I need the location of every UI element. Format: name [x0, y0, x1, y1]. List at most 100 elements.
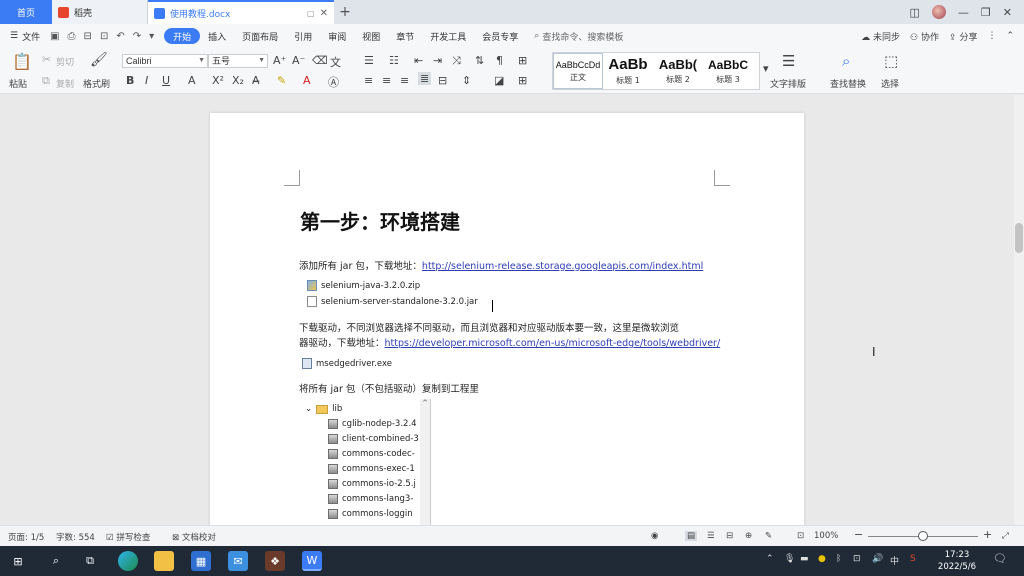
undo-icon[interactable]: ↶ — [116, 31, 124, 42]
find-replace-icon[interactable]: ⌕ — [842, 52, 850, 70]
file-menu[interactable]: ☰ 文件 — [0, 30, 50, 43]
font-size-select[interactable]: 五号 ▼ — [208, 54, 268, 68]
tray-expand-icon[interactable]: ⌃ — [766, 554, 774, 564]
edge-browser-icon[interactable] — [118, 551, 138, 571]
taskbar-search-icon[interactable]: ⌕ — [46, 551, 66, 571]
windows-start-icon[interactable]: ⊞ — [8, 551, 28, 571]
word-count[interactable]: 字数: 554 — [56, 531, 95, 543]
menu-view[interactable]: 视图 — [354, 28, 388, 44]
redo-icon[interactable]: ↷ — [133, 31, 141, 42]
menu-start[interactable]: 开始 — [164, 28, 201, 44]
text-layout-icon[interactable]: ☰ — [782, 52, 795, 70]
wps-writer-icon[interactable]: W — [302, 551, 322, 571]
highlight-icon[interactable]: ✎ — [277, 74, 286, 87]
webdriver-download-link[interactable]: https://developer.microsoft.com/en-us/mi… — [385, 338, 721, 349]
menu-section[interactable]: 章节 — [388, 28, 422, 44]
spell-check-button[interactable]: ☑ 拼写检查 — [106, 531, 150, 543]
zoom-level[interactable]: 100% — [814, 531, 838, 541]
style-heading-3[interactable]: AaBbC 标题 3 — [703, 53, 753, 89]
print-preview-icon[interactable]: ⎙ — [68, 31, 76, 42]
superscript-icon[interactable]: X² — [212, 74, 224, 87]
style-heading-1[interactable]: AaBb 标题 1 — [603, 53, 653, 89]
borders-icon[interactable]: ⊞ — [518, 74, 527, 87]
workspace-icon[interactable]: ◫ — [910, 6, 920, 19]
tray-status-icon[interactable]: ● — [818, 554, 826, 564]
line-spacing-icon[interactable]: ⇕ — [462, 74, 471, 87]
decrease-indent-icon[interactable]: ⇤ — [414, 54, 423, 67]
grow-font-icon[interactable]: A⁺ — [273, 54, 286, 67]
fullscreen-icon[interactable]: ⤢ — [1002, 531, 1009, 541]
distributed-icon[interactable]: ⊟ — [438, 74, 447, 87]
table-tools-icon[interactable]: ⊞ — [518, 54, 527, 67]
tray-app-icon[interactable]: ▬ — [800, 554, 809, 564]
eye-protection-icon[interactable]: ◉ — [651, 531, 658, 541]
fit-page-icon[interactable]: ⊡ — [797, 531, 804, 541]
page-count[interactable]: 页面: 1/5 — [8, 531, 44, 543]
document-page[interactable]: 第一步：环境搭建 添加所有 jar 包，下载地址：http://selenium… — [210, 113, 804, 533]
tab-home[interactable]: 首页 — [0, 0, 52, 24]
doc-check-button[interactable]: ⊠ 文档校对 — [172, 531, 216, 543]
sync-status[interactable]: ☁ 未同步 — [861, 30, 900, 43]
web-view-icon[interactable]: ⊕ — [745, 531, 752, 541]
more-icon[interactable]: ▾ — [149, 31, 154, 42]
underline-icon[interactable]: U — [162, 74, 170, 87]
text-effect-icon[interactable]: A — [188, 74, 196, 87]
font-name-select[interactable]: Calibri ▼ — [122, 54, 208, 68]
save-icon[interactable]: ▣ — [50, 31, 59, 42]
copy-icon[interactable]: ⧉ — [42, 74, 50, 88]
microphone-icon[interactable]: 🎙 — [784, 554, 795, 564]
selenium-download-link[interactable]: http://selenium-release.storage.googleap… — [422, 261, 703, 272]
minimize-icon[interactable]: — — [958, 6, 969, 19]
menu-references[interactable]: 引用 — [286, 28, 320, 44]
restore-icon[interactable]: ❐ — [981, 6, 991, 19]
task-view-icon[interactable]: ⧉ — [80, 551, 100, 571]
app-icon[interactable]: ❖ — [265, 551, 285, 571]
clear-format-icon[interactable]: ⌫ — [312, 54, 328, 67]
zoom-in-icon[interactable]: + — [983, 528, 992, 541]
style-heading-2[interactable]: AaBb( 标题 2 — [653, 53, 703, 89]
tab-docer[interactable]: 稻壳 — [52, 0, 148, 24]
print-icon[interactable]: ⊟ — [84, 31, 92, 42]
attached-file[interactable]: msedgedriver.exe — [302, 358, 392, 369]
show-marks-icon[interactable]: ¶ — [496, 54, 503, 67]
collaborate-button[interactable]: ⚇ 协作 — [910, 30, 939, 43]
format-painter-icon[interactable]: 🖌 — [90, 52, 108, 68]
command-search[interactable]: ⌕ 查找命令、搜索模板 — [534, 30, 623, 43]
numbered-list-icon[interactable]: ☷ — [389, 54, 399, 67]
align-left-icon[interactable]: ≡ — [364, 74, 373, 87]
align-center-icon[interactable]: ≡ — [382, 74, 391, 87]
cut-icon[interactable]: ✂ — [42, 53, 51, 66]
tab-window-icon[interactable]: ▢ — [307, 9, 315, 18]
menu-member[interactable]: 会员专享 — [474, 28, 526, 44]
paste-icon[interactable]: 📋 — [12, 52, 32, 71]
strikethrough-icon[interactable]: A̶ — [252, 74, 260, 87]
subscript-icon[interactable]: X₂ — [232, 74, 244, 87]
export-icon[interactable]: ⊡ — [100, 31, 108, 42]
menu-insert[interactable]: 插入 — [200, 28, 234, 44]
bullet-list-icon[interactable]: ☰ — [364, 54, 374, 67]
tab-document[interactable]: 使用教程.docx ▢ ✕ — [148, 0, 334, 24]
style-gallery-expand-icon[interactable]: ▾ — [763, 62, 769, 75]
menu-developer[interactable]: 开发工具 — [422, 28, 474, 44]
store-icon[interactable]: ▦ — [191, 551, 211, 571]
collapse-ribbon-icon[interactable]: ⌃ — [1006, 31, 1014, 41]
style-normal[interactable]: AaBbCcDd 正文 — [553, 53, 603, 89]
system-clock[interactable]: 17:23 2022/5/6 — [935, 549, 979, 573]
tab-close-icon[interactable]: ✕ — [320, 8, 328, 19]
share-button[interactable]: ⇪ 分享 — [949, 30, 977, 43]
avatar[interactable] — [931, 5, 946, 19]
reading-view-icon[interactable]: ⊟ — [726, 531, 733, 541]
char-border-icon[interactable]: Ⓐ — [328, 74, 339, 90]
shrink-font-icon[interactable]: A⁻ — [292, 54, 305, 67]
phonetic-icon[interactable]: 文 — [330, 54, 341, 70]
new-tab-button[interactable]: + — [334, 4, 356, 20]
increase-indent-icon[interactable]: ⇥ — [433, 54, 442, 67]
network-icon[interactable]: ⊡ — [853, 554, 861, 564]
volume-icon[interactable]: 🔊 — [872, 554, 883, 564]
zoom-slider-knob[interactable] — [918, 531, 928, 541]
file-explorer-icon[interactable] — [154, 551, 174, 571]
attached-file[interactable]: selenium-java-3.2.0.zip — [307, 280, 420, 291]
close-window-icon[interactable]: ✕ — [1003, 6, 1012, 19]
chinese-layout-icon[interactable]: ⤨ — [452, 54, 461, 68]
attached-file[interactable]: selenium-server-standalone-3.2.0.jar — [307, 296, 478, 307]
